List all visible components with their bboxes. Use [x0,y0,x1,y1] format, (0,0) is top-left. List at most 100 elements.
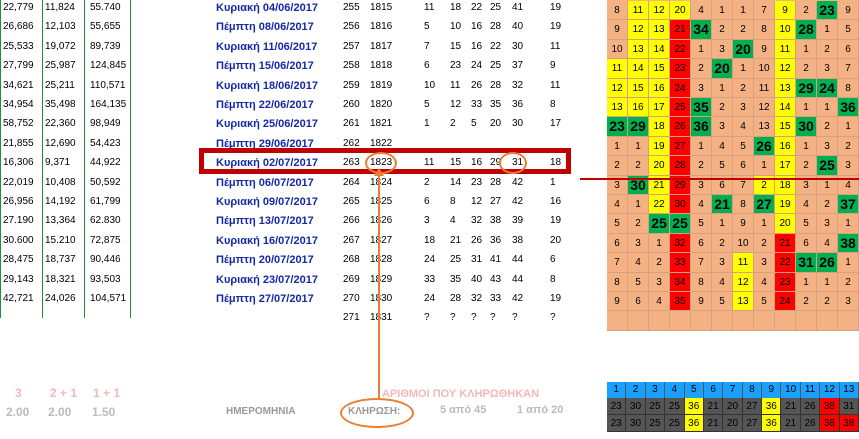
drawn-number: 2 [424,176,430,188]
jackpot-winners-value: 27,799 [3,60,34,72]
grid-cell: 1 [712,1,733,21]
grid-cell: 13 [649,20,670,40]
grid-cell: 13 [754,117,775,137]
third-tier-value: 124,845 [90,60,127,72]
draw-number: 1828 [370,254,393,266]
draw-number: 1825 [370,196,393,207]
bonus-number-circle [499,152,527,174]
grid-cell: 8 [733,195,754,215]
summary-cell: 38 [820,415,840,432]
draw-number: 1817 [370,40,393,52]
column-number-header: 13 [839,382,859,398]
grid-cell: 3 [712,253,733,273]
summary-cell: 25 [645,398,666,415]
grid-cell: 1 [754,214,775,234]
column-number-header: 2 [626,382,646,398]
grid-cell: 1 [838,253,859,273]
grid-cell: 16 [628,98,649,118]
drawn-number: 21 [450,234,462,246]
second-tier-value: 12,690 [45,137,76,149]
summary-cell: 27 [742,415,763,432]
grid-cell: 21 [775,233,796,254]
grid-cell: 17 [649,98,670,118]
grid-cell: 2 [733,78,754,98]
grid-cell: 35 [691,98,712,118]
grid-line [42,0,43,318]
drawn-number: 36 [490,234,502,246]
grid-cell: 1 [649,233,670,254]
summary-cell: 21 [781,398,801,415]
draw-index: 266 [343,215,360,227]
grid-cell [607,311,628,331]
draw-index: 255 [343,2,360,13]
jackpot-winners-value: 28,475 [3,254,34,266]
drawn-number: 42 [512,176,524,188]
grid-cell: 6 [628,292,649,312]
drawn-number: 25 [490,2,502,13]
arrow-up-icon [374,168,384,176]
grid-cell: 22 [649,195,670,215]
grid-cell: 7 [838,59,859,79]
grid-cell: 10 [733,233,754,254]
third-tier-value: 90,446 [90,254,121,266]
grid-cell: 7 [754,1,775,21]
grid-cell: 7 [607,253,628,273]
grid-cell: 24 [775,292,796,312]
grid-cell: 6 [607,233,628,254]
summary-cell: 36 [684,415,704,432]
draw-number: 1820 [370,99,393,110]
grid-cell: 1 [628,136,649,157]
grid-cell: 2 [796,1,817,21]
draw-number: 1819 [370,79,393,91]
grid-cell: 27 [670,136,691,157]
grid-cell: 2 [628,156,649,176]
drawn-number: 28 [490,176,502,188]
drawn-number: 12 [450,99,462,110]
grid-cell: 26 [754,136,775,157]
grid-cell: 17 [775,156,796,176]
draw-number: 1815 [370,2,393,13]
column-number-header: 9 [762,382,782,398]
grid-cell: 1 [712,78,733,98]
grid-cell: 30 [796,117,817,137]
drawn-number: 30 [512,40,524,52]
winning-numbers-title: ΑΡΙΘΜΟΙ ΠΟΥ ΚΛΗΡΩΘΗΚΑΝ [382,388,540,400]
annotation-line [378,172,380,398]
grid-cell: 23 [775,272,796,292]
drawn-number: 22 [471,2,483,13]
odds-1-1: 1.50 [92,405,116,419]
column-number-header: 6 [703,382,724,398]
column-number-header: 7 [723,382,743,398]
grid-cell: 20 [712,59,733,79]
grid-cell: 36 [691,117,712,137]
summary-cell: 23 [607,415,627,432]
odds-3: 2.00 [6,405,30,419]
drawn-number: 38 [490,215,502,227]
summary-cell: 23 [607,398,627,415]
grid-cell: 4 [607,195,628,215]
grid-cell: 25 [670,214,691,234]
bottom-summary-grid: 1 2 3 4 5 6 7 8 9 10 11 12 13 23 30 25 25 36 21 20 27 36 21 26 3… [607,382,859,439]
hits-3-label: 3 [15,386,22,400]
drawn-number: ? [490,312,496,324]
grid-cell: 3 [838,292,859,312]
jackpot-winners-value: 29,143 [3,273,34,285]
summary-cell: 21 [703,415,724,432]
drawn-number: 37 [512,60,524,72]
drawn-number: 32 [512,79,524,91]
grid-cell [691,311,712,331]
jackpot-winners-value: 25,533 [3,40,34,52]
grid-cell: 16 [649,78,670,98]
drawn-number: 20 [490,118,502,130]
grid-cell: 9 [733,214,754,234]
draw-number: 1829 [370,273,393,285]
column-number-header: 1 [607,382,627,398]
grid-cell: 3 [817,59,838,79]
grid-cell: 19 [649,136,670,157]
joker-number: 11 [550,79,561,91]
grid-cell: 3 [712,39,733,60]
second-tier-value: 35,498 [45,99,76,110]
grid-cell: 6 [733,156,754,176]
grid-cell [796,311,817,331]
draw-index: 271 [343,312,360,324]
